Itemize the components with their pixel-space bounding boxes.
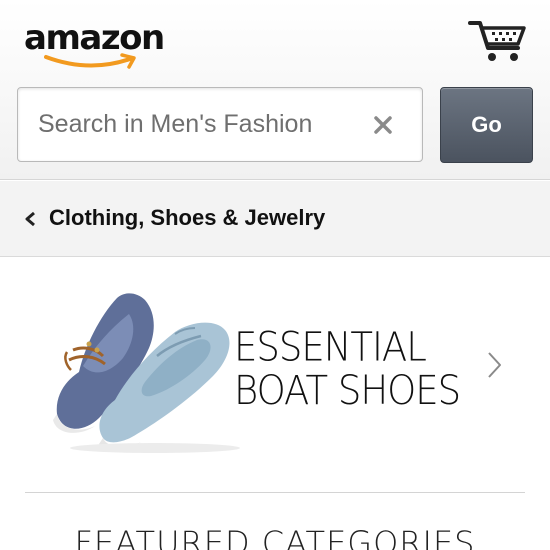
breadcrumb[interactable]: Clothing, Shoes & Jewelry [0, 181, 550, 257]
go-button[interactable]: Go [440, 87, 533, 163]
search-input[interactable] [18, 88, 358, 160]
banner-title: ESSENTIAL BOAT SHOES [234, 323, 474, 414]
boat-shoes-image [53, 293, 240, 453]
search-box [17, 87, 423, 162]
close-icon[interactable] [370, 112, 396, 138]
boat-shoes-banner[interactable]: ESSENTIAL BOAT SHOES [0, 258, 550, 488]
logo-text: amazon [24, 18, 165, 58]
banner-title-line1: ESSENTIAL [234, 323, 427, 371]
breadcrumb-label: Clothing, Shoes & Jewelry [49, 205, 326, 230]
header-bar: amazon Go [0, 0, 550, 180]
smile-arrow-icon [44, 53, 136, 69]
cart-icon[interactable] [466, 18, 530, 64]
featured-categories-heading: FEATURED CATEGORIES [74, 524, 476, 550]
amazon-logo[interactable]: amazon [24, 18, 165, 69]
chevron-right-icon[interactable] [486, 350, 504, 380]
banner-title-line2: BOAT SHOES [234, 367, 461, 414]
chevron-left-icon [25, 211, 35, 227]
section-divider [25, 492, 525, 493]
